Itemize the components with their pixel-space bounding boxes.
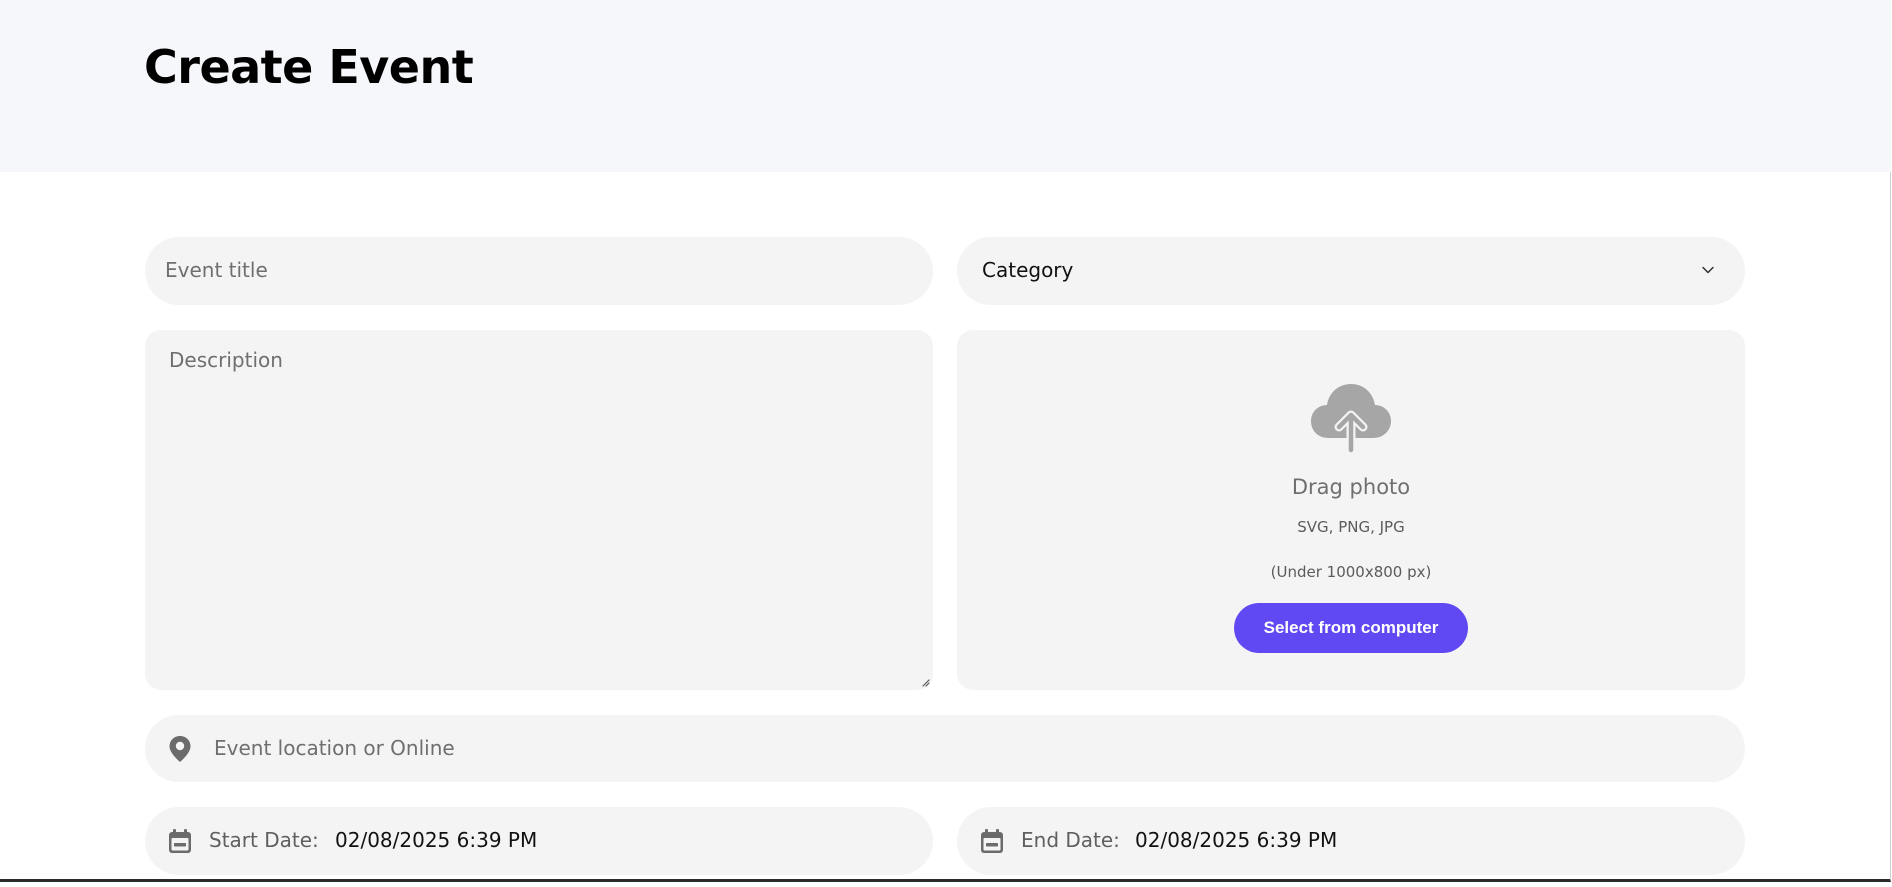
description-textarea[interactable]: Description <box>145 330 933 690</box>
cloud-upload-icon <box>1311 384 1391 454</box>
event-title-placeholder: Event title <box>165 258 268 282</box>
end-date-value: 02/08/2025 6:39 PM <box>1135 828 1338 852</box>
end-date-label: End Date: <box>1021 828 1120 852</box>
page-header: Create Event <box>0 0 1891 172</box>
page-title: Create Event <box>144 40 474 94</box>
upload-size-hint: (Under 1000x800 px) <box>1270 563 1432 581</box>
calendar-icon <box>169 829 191 853</box>
map-pin-icon <box>169 736 191 762</box>
start-date-label: Start Date: <box>209 828 319 852</box>
event-location-input[interactable]: Event location or Online <box>145 715 1745 782</box>
start-date-value: 02/08/2025 6:39 PM <box>335 828 538 852</box>
event-title-input[interactable]: Event title <box>145 237 933 305</box>
category-select[interactable]: Category <box>957 237 1745 305</box>
chevron-down-icon <box>1702 266 1714 274</box>
start-date-input[interactable]: Start Date: 02/08/2025 6:39 PM <box>145 807 933 875</box>
end-date-input[interactable]: End Date: 02/08/2025 6:39 PM <box>957 807 1745 875</box>
category-selected-value: Category <box>982 258 1074 282</box>
photo-upload-dropzone[interactable]: Drag photo SVG, PNG, JPG (Under 1000x800… <box>957 330 1745 690</box>
upload-formats: SVG, PNG, JPG <box>1297 518 1405 536</box>
select-from-computer-button[interactable]: Select from computer <box>1234 603 1468 653</box>
event-location-placeholder: Event location or Online <box>214 736 455 760</box>
resize-handle-icon[interactable] <box>920 677 930 687</box>
description-placeholder: Description <box>169 348 283 372</box>
upload-title: Drag photo <box>1291 475 1411 499</box>
calendar-icon <box>981 829 1003 853</box>
